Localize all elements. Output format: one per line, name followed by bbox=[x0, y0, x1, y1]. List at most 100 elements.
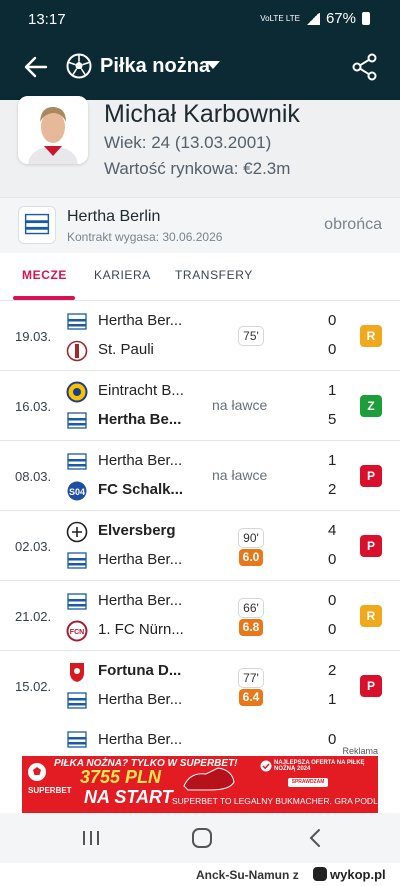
match-date: 16.03. bbox=[15, 399, 52, 414]
home-score: 0 bbox=[328, 592, 337, 609]
home-icon[interactable] bbox=[192, 828, 212, 848]
result-badge: P bbox=[360, 535, 382, 557]
ad-start: NA START bbox=[84, 787, 173, 807]
recent-apps-icon[interactable] bbox=[82, 830, 100, 846]
schalke-logo-icon: S04 bbox=[67, 481, 87, 501]
nav-back-icon[interactable] bbox=[306, 828, 326, 848]
player-header: Michał Karbownik Wiek: 24 (13.03.2001) W… bbox=[0, 96, 400, 197]
hertha-logo-icon bbox=[67, 313, 87, 330]
nurnberg-logo-icon: FCN bbox=[66, 620, 88, 642]
ad-brand: SUPERBET bbox=[28, 786, 72, 795]
watermark-user: Anck-Su-Namun z bbox=[196, 868, 299, 882]
player-position: obrońca bbox=[324, 216, 382, 233]
away-team: Hertha Ber... bbox=[98, 551, 183, 568]
chevron-down-icon[interactable] bbox=[206, 61, 220, 69]
watermark: Anck-Su-Namun z wykop.pl bbox=[0, 863, 400, 886]
home-score: 2 bbox=[328, 662, 337, 679]
contract-expiry: Kontrakt wygasa: 30.06.2026 bbox=[67, 230, 223, 244]
team-name: Hertha Berlin bbox=[67, 208, 161, 225]
network-indicator: VoLTE LTE bbox=[260, 14, 300, 23]
watermark-site: wykop.pl bbox=[330, 867, 386, 882]
player-rating: 6.8 bbox=[239, 619, 263, 636]
home-score: 1 bbox=[328, 452, 337, 469]
result-badge: R bbox=[360, 325, 382, 347]
minutes-played: 77' bbox=[238, 668, 264, 688]
clock: 13:17 bbox=[28, 11, 66, 28]
away-score: 0 bbox=[328, 341, 337, 358]
tab-career[interactable]: KARIERA bbox=[94, 268, 151, 282]
hertha-logo-icon bbox=[67, 552, 87, 569]
away-team: FC Schalk... bbox=[98, 481, 184, 498]
ad-legal-text: SUPERBET TO LEGALNY BUKMACHER. GRA PODLE… bbox=[172, 796, 378, 806]
tab-bar: MECZE KARIERA TRANSFERY bbox=[0, 253, 400, 301]
player-market-value: Wartość rynkowa: €2.3m bbox=[104, 159, 291, 178]
match-row[interactable]: 08.03. S04 Hertha Ber... FC Schalk... na ław… bbox=[0, 441, 400, 511]
team-row[interactable]: Hertha Berlin Kontrakt wygasa: 30.06.202… bbox=[0, 197, 400, 253]
home-team: Elversberg bbox=[98, 522, 176, 539]
signal-icon bbox=[305, 12, 320, 25]
match-row[interactable]: 02.03. Elversberg Hertha Ber... 90' 6.0 4 0 P bbox=[0, 511, 400, 581]
check-badge-icon bbox=[260, 760, 272, 772]
away-team: 1. FC Nürn... bbox=[98, 621, 184, 638]
home-team: Hertha Ber... bbox=[98, 452, 183, 469]
ad-amount: 3755 PLN bbox=[80, 767, 162, 787]
home-score: 0 bbox=[328, 731, 337, 748]
result-badge: Z bbox=[360, 395, 382, 417]
wykop-logo-icon bbox=[313, 867, 327, 881]
away-team: Hertha Ber... bbox=[98, 691, 183, 708]
match-row[interactable]: 16.03. Eintracht B... Hertha Be... na ławce… bbox=[0, 371, 400, 441]
minutes-played: 90' bbox=[238, 528, 264, 548]
player-age: Wiek: 24 (13.03.2001) bbox=[104, 133, 272, 152]
ad-banner[interactable]: PIŁKA NOŻNA? TYLKO W SUPERBET! SUPERBET … bbox=[22, 756, 378, 813]
ad-offer: NAJLEPSZA OFERTA NA PIŁKĘ NOŻNĄ 2024 bbox=[274, 760, 365, 772]
result-badge: R bbox=[360, 605, 382, 627]
home-team: Fortuna D... bbox=[98, 662, 182, 679]
st-pauli-logo-icon bbox=[66, 340, 88, 362]
home-team: Eintracht B... bbox=[98, 382, 184, 399]
result-badge: P bbox=[360, 465, 382, 487]
player-photo bbox=[18, 96, 88, 164]
result-badge: P bbox=[360, 675, 382, 697]
sport-selector-title[interactable]: Piłka nożna bbox=[100, 55, 210, 78]
match-row-partial[interactable]: Hertha Ber... 0 bbox=[0, 720, 400, 756]
match-date: 19.03. bbox=[15, 329, 52, 344]
hertha-logo-icon bbox=[67, 453, 87, 470]
away-team: St. Pauli bbox=[98, 341, 154, 358]
ad-label: Reklama bbox=[342, 746, 378, 756]
away-score: 0 bbox=[328, 551, 337, 568]
home-team: Hertha Ber... bbox=[98, 312, 183, 329]
away-score: 0 bbox=[328, 621, 337, 638]
fortuna-logo-icon bbox=[70, 663, 84, 682]
home-score: 4 bbox=[328, 522, 337, 539]
superbet-logo-icon bbox=[28, 763, 46, 781]
battery-percent: 67% bbox=[325, 10, 356, 27]
hertha-logo-icon bbox=[67, 593, 87, 610]
system-nav-bar bbox=[0, 813, 400, 863]
ad-cta-button[interactable]: SPRAWDZAM bbox=[288, 778, 328, 787]
tab-transfers[interactable]: TRANSFERY bbox=[175, 268, 253, 282]
hertha-logo-icon bbox=[67, 731, 87, 748]
hertha-logo-icon bbox=[67, 412, 87, 429]
home-score: 1 bbox=[328, 382, 337, 399]
home-team: Hertha Ber... bbox=[98, 592, 183, 609]
svg-text:FCN: FCN bbox=[70, 629, 84, 636]
away-team: Hertha Be... bbox=[98, 411, 182, 428]
status-icons: VoLTE LTE 67% bbox=[260, 10, 370, 27]
match-date: 21.02. bbox=[15, 609, 52, 624]
football-icon bbox=[66, 53, 92, 79]
tab-matches[interactable]: MECZE bbox=[22, 268, 67, 282]
back-arrow-icon[interactable] bbox=[22, 53, 50, 81]
hertha-logo-icon bbox=[67, 692, 87, 709]
svg-text:S04: S04 bbox=[69, 487, 85, 497]
battery-icon bbox=[362, 12, 370, 25]
match-row[interactable]: 15.02. Fortuna D... Hertha Ber... 77' 6.4 2 1 P bbox=[0, 651, 400, 721]
status-bar: 13:17 VoLTE LTE 67% bbox=[0, 0, 400, 38]
elversberg-logo-icon bbox=[66, 521, 88, 543]
share-icon[interactable] bbox=[352, 53, 378, 81]
match-date: 15.02. bbox=[15, 679, 52, 694]
football-boot-icon bbox=[183, 767, 235, 791]
match-row[interactable]: 19.03. Hertha Ber... St. Pauli 75' 0 0 R bbox=[0, 301, 400, 371]
hertha-logo-icon bbox=[18, 206, 56, 244]
match-row[interactable]: 21.02. FCN Hertha Ber... 1. FC Nürn... 66' 6.… bbox=[0, 581, 400, 651]
bench-status: na ławce bbox=[212, 467, 268, 483]
